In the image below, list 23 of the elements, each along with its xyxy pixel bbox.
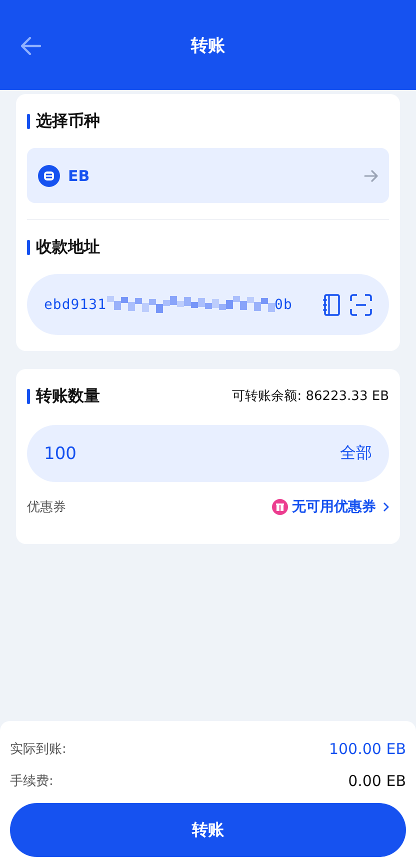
section-title: 选择币种: [36, 110, 100, 132]
section-title: 收款地址: [36, 236, 100, 258]
summary-value: 0.00 EB: [348, 772, 406, 790]
balance-text: 可转账余额: 86223.33 EB: [232, 388, 389, 405]
amount-field[interactable]: 100 全部: [27, 425, 389, 482]
summary-label: 手续费:: [10, 773, 54, 790]
coupon-link[interactable]: 无可用优惠券: [292, 498, 376, 516]
gift-icon: [272, 499, 288, 515]
page-title: 转账: [191, 34, 225, 56]
transfer-button[interactable]: 转账: [10, 803, 406, 857]
chevron-right-icon: [383, 502, 389, 512]
currency-selector[interactable]: EB: [27, 148, 389, 203]
summary-label: 实际到账:: [10, 741, 66, 758]
coupon-label: 优惠券: [27, 499, 66, 516]
scan-icon[interactable]: [350, 294, 372, 316]
address-book-icon[interactable]: [322, 294, 340, 316]
address-field[interactable]: ebd9131 0b: [27, 274, 389, 335]
summary-value: 100.00 EB: [328, 740, 406, 758]
arrow-right-icon: [364, 170, 378, 182]
section-title: 转账数量: [36, 386, 100, 406]
all-link[interactable]: 全部: [340, 443, 372, 464]
back-icon[interactable]: [21, 37, 41, 55]
coin-icon: [38, 164, 60, 186]
